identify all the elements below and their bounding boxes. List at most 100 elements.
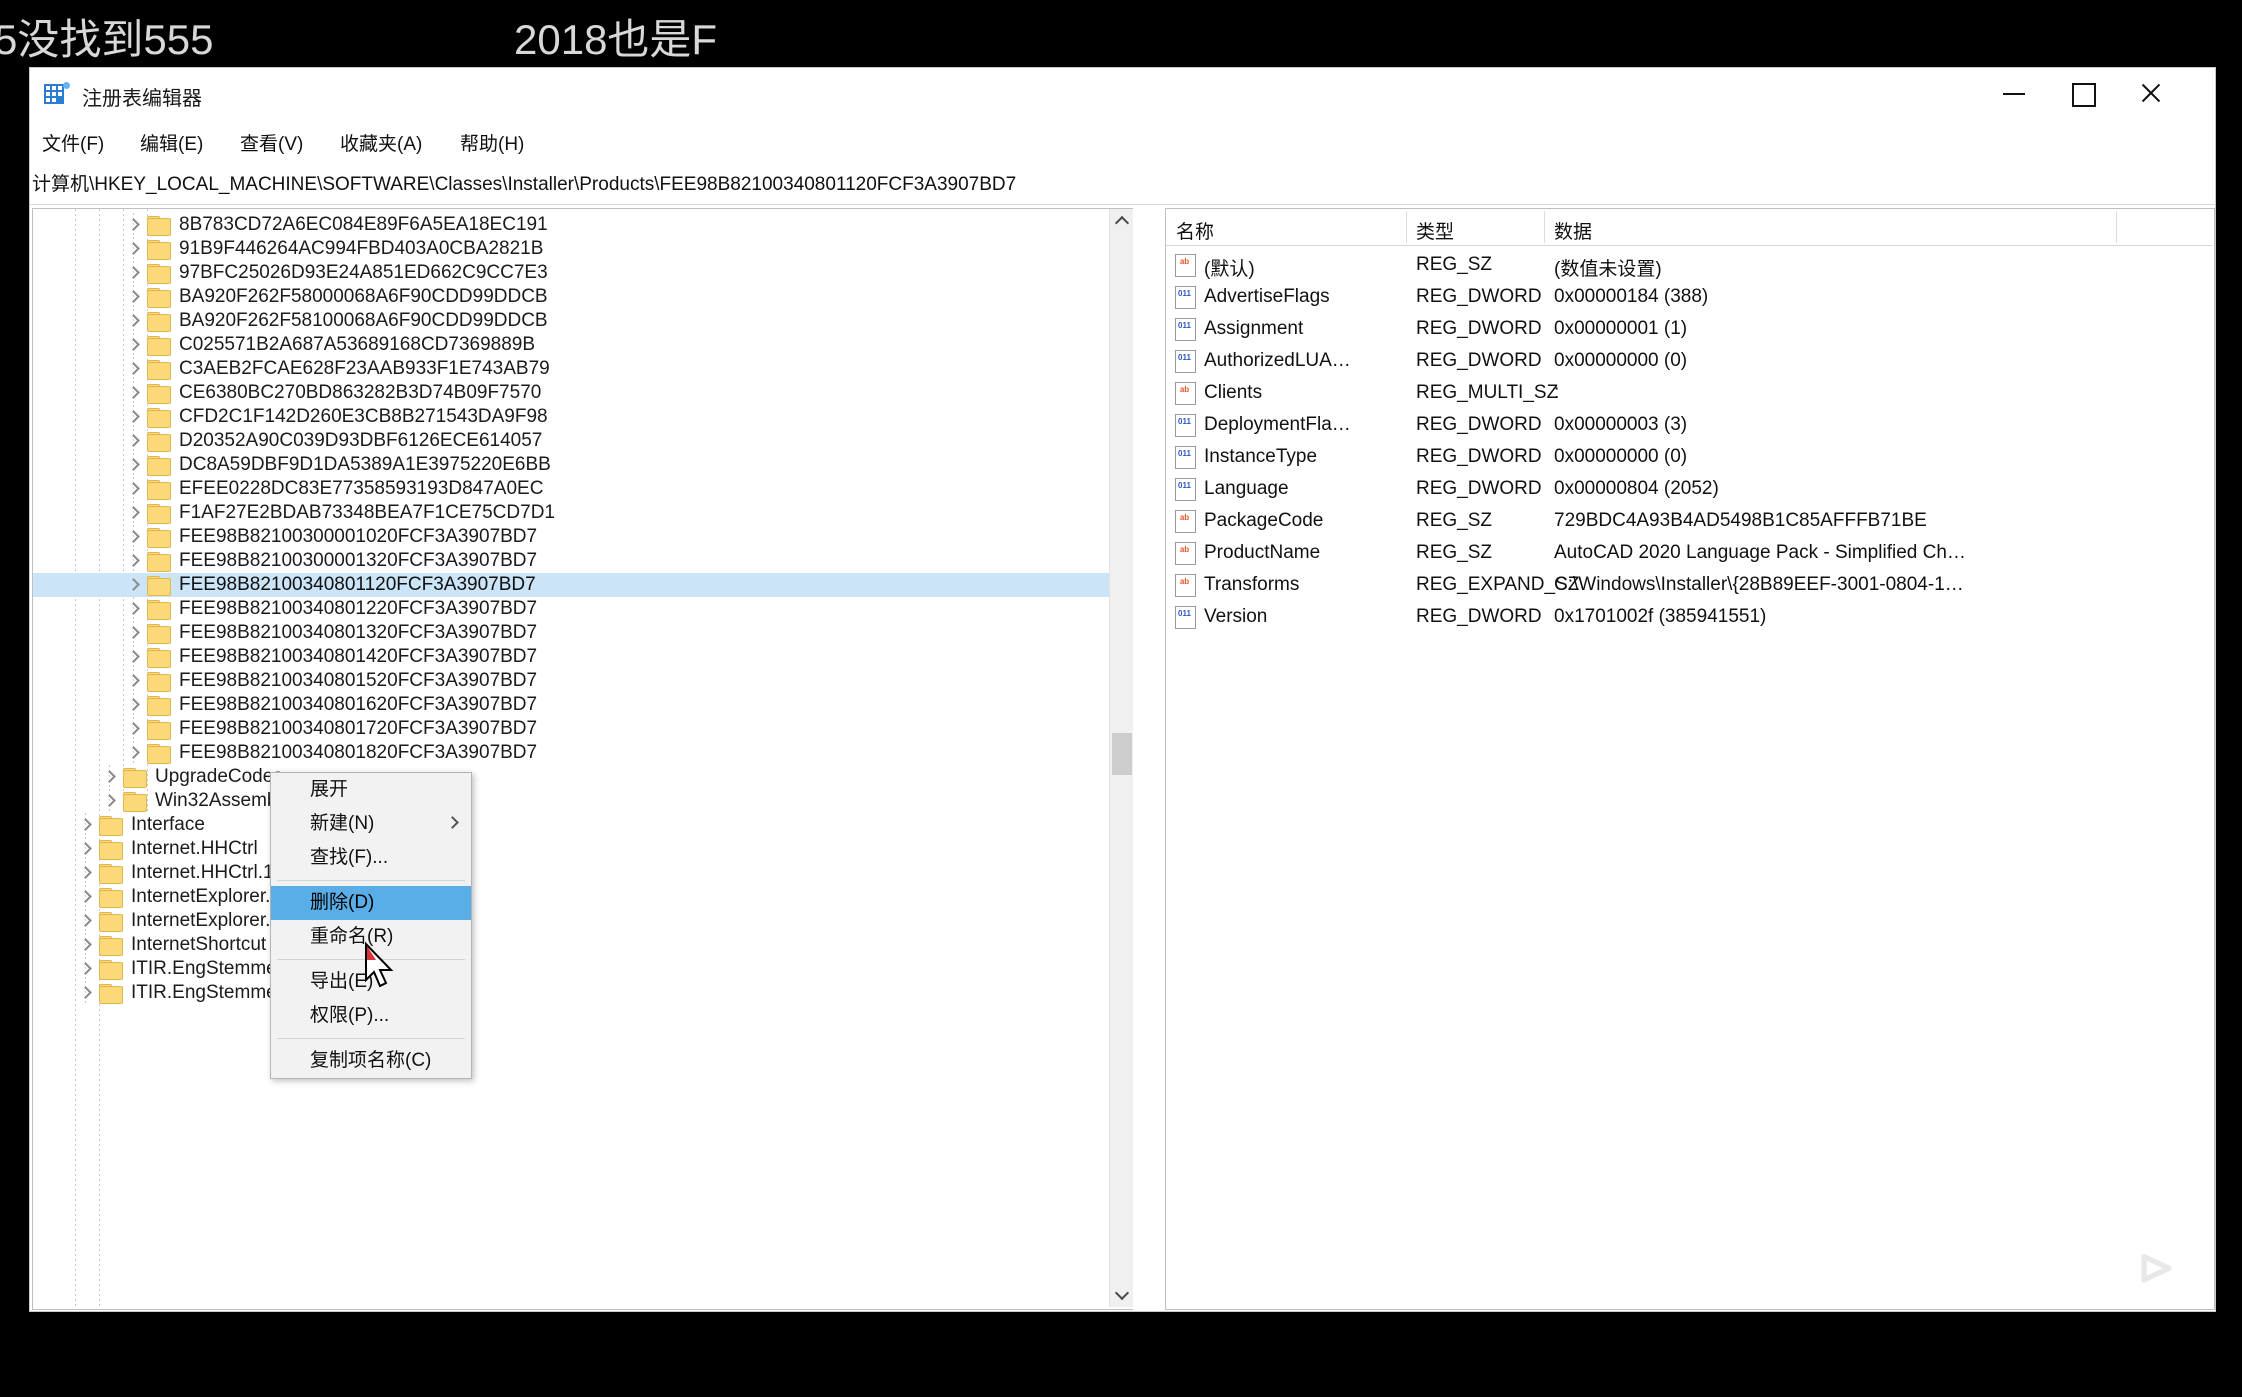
column-header-type[interactable]: 类型 (1416, 217, 1454, 244)
chevron-right-icon[interactable] (77, 957, 95, 981)
tree-item[interactable]: Internet.HHCtrl (33, 837, 1128, 861)
minimize-button[interactable] (1980, 68, 2048, 118)
pane-splitter[interactable] (1132, 208, 1165, 1308)
tree-item[interactable]: FEE98B82100300001320FCF3A3907BD7 (33, 549, 1128, 573)
value-row[interactable]: ab Transforms REG_EXPAND_SZ C:\Windows\Inst… (1166, 569, 2212, 601)
context-menu-item-8[interactable]: 复制项名称(C) (271, 1044, 471, 1078)
menu-3[interactable]: 查看(V) (234, 126, 309, 159)
menu-4[interactable]: 收藏夹(A) (334, 126, 428, 159)
tree-item[interactable]: 97BFC25026D93E24A851ED662C9CC7E3 (33, 261, 1128, 285)
tree-item[interactable]: C025571B2A687A53689168CD7369889B (33, 333, 1128, 357)
tree-item[interactable]: C3AEB2FCAE628F23AAB933F1E743AB79 (33, 357, 1128, 381)
value-row[interactable]: 011 DeploymentFla… REG_DWORD 0x00000003 (3) (1166, 409, 2212, 441)
chevron-right-icon[interactable] (77, 861, 95, 885)
chevron-right-icon[interactable] (125, 333, 143, 357)
chevron-right-icon[interactable] (125, 261, 143, 285)
tree-item[interactable]: Win32Assemblies (33, 789, 1128, 813)
chevron-right-icon[interactable] (125, 477, 143, 501)
chevron-right-icon[interactable] (125, 573, 143, 597)
column-header-name[interactable]: 名称 (1176, 217, 1214, 244)
chevron-right-icon[interactable] (125, 357, 143, 381)
tree-item[interactable]: 8B783CD72A6EC084E89F6A5EA18EC191 (33, 213, 1128, 237)
chevron-right-icon[interactable] (125, 693, 143, 717)
chevron-right-icon[interactable] (125, 453, 143, 477)
tree-item-selected[interactable]: FEE98B82100340801120FCF3A3907BD7 (33, 573, 1128, 597)
tree-item[interactable]: FEE98B82100340801820FCF3A3907BD7 (33, 741, 1128, 765)
tree-item[interactable]: 91B9F446264AC994FBD403A0CBA2821B (33, 237, 1128, 261)
chevron-right-icon[interactable] (125, 405, 143, 429)
tree-item[interactable]: EFEE0228DC83E77358593193D847A0EC (33, 477, 1128, 501)
context-menu[interactable]: 展开 新建(N) 查找(F)... 删除(D) 重命名(R) 导出(E) 权限(P)... 复… (270, 772, 472, 1079)
tree-item[interactable]: InternetShortcut (33, 933, 1128, 957)
tree-item[interactable]: CE6380BC270BD863282B3D74B09F7570 (33, 381, 1128, 405)
chevron-right-icon[interactable] (125, 429, 143, 453)
registry-key-tree[interactable]: 8B783CD72A6EC084E89F6A5EA18EC191 91B9F446… (32, 208, 1133, 1310)
tree-item[interactable]: D20352A90C039D93DBF6126ECE614057 (33, 429, 1128, 453)
context-menu-item-2[interactable]: 新建(N) (271, 807, 471, 841)
chevron-right-icon[interactable] (125, 717, 143, 741)
chevron-right-icon[interactable] (101, 789, 119, 813)
scrollbar-thumb[interactable] (1112, 733, 1132, 775)
tree-item[interactable]: ITIR.EngStemmer (33, 957, 1128, 981)
column-divider[interactable] (2116, 211, 2117, 243)
tree-item[interactable]: BA920F262F58100068A6F90CDD99DDCB (33, 309, 1128, 333)
close-button[interactable] (2116, 68, 2184, 118)
tree-item[interactable]: F1AF27E2BDAB73348BEA7F1CE75CD7D1 (33, 501, 1128, 525)
chevron-right-icon[interactable] (125, 621, 143, 645)
scroll-down-arrow-icon[interactable] (1110, 1283, 1133, 1307)
chevron-right-icon[interactable] (125, 525, 143, 549)
chevron-right-icon[interactable] (125, 213, 143, 237)
value-row[interactable]: ab Clients REG_MULTI_SZ: (1166, 377, 2212, 409)
chevron-right-icon[interactable] (125, 741, 143, 765)
registry-values-list[interactable]: 名称 类型 数据 ab (默认) REG_SZ (数值未设置) 011 Advertise… (1165, 208, 2215, 1310)
chevron-right-icon[interactable] (125, 501, 143, 525)
value-row[interactable]: ab ProductName REG_SZ AutoCAD 2020 Language… (1166, 537, 2212, 569)
tree-vertical-scrollbar[interactable] (1109, 209, 1133, 1307)
value-row[interactable]: 011 AuthorizedLUA… REG_DWORD 0x00000000 (0) (1166, 345, 2212, 377)
address-bar[interactable]: 计算机\HKEY_LOCAL_MACHINE\SOFTWARE\Classes\… (30, 160, 2215, 205)
maximize-button[interactable] (2048, 68, 2116, 118)
column-divider[interactable] (1544, 211, 1545, 243)
context-menu-item-1[interactable]: 展开 (271, 773, 471, 807)
chevron-right-icon[interactable] (77, 981, 95, 1005)
chevron-right-icon[interactable] (125, 669, 143, 693)
tree-item[interactable]: FEE98B82100340801520FCF3A3907BD7 (33, 669, 1128, 693)
column-header-data[interactable]: 数据 (1554, 217, 1592, 244)
menu-1[interactable]: 文件(F) (36, 126, 110, 159)
tree-item[interactable]: InternetExplorer.Application (33, 885, 1128, 909)
value-row[interactable]: 011 Language REG_DWORD 0x00000804 (2052) (1166, 473, 2212, 505)
value-row[interactable]: 011 AdvertiseFlags REG_DWORD 0x00000184 (38… (1166, 281, 2212, 313)
scroll-up-arrow-icon[interactable] (1110, 209, 1133, 233)
chevron-right-icon[interactable] (77, 813, 95, 837)
value-row[interactable]: 011 InstanceType REG_DWORD 0x00000000 (0) (1166, 441, 2212, 473)
tree-item[interactable]: UpgradeCodes (33, 765, 1128, 789)
tree-item[interactable]: DC8A59DBF9D1DA5389A1E3975220E6BB (33, 453, 1128, 477)
chevron-right-icon[interactable] (77, 837, 95, 861)
tree-item[interactable]: InternetExplorer.Application.1 (33, 909, 1128, 933)
chevron-right-icon[interactable] (125, 237, 143, 261)
tree-item[interactable]: FEE98B82100340801220FCF3A3907BD7 (33, 597, 1128, 621)
context-menu-item-3[interactable]: 查找(F)... (271, 841, 471, 875)
tree-item[interactable]: FEE98B82100340801620FCF3A3907BD7 (33, 693, 1128, 717)
menu-5[interactable]: 帮助(H) (454, 126, 530, 159)
menu-2[interactable]: 编辑(E) (134, 126, 209, 159)
tree-item[interactable]: FEE98B82100340801720FCF3A3907BD7 (33, 717, 1128, 741)
tree-item[interactable]: CFD2C1F142D260E3CB8B271543DA9F98 (33, 405, 1128, 429)
chevron-right-icon[interactable] (125, 285, 143, 309)
value-row[interactable]: ab (默认) REG_SZ (数值未设置) (1166, 249, 2212, 281)
chevron-right-icon[interactable] (77, 933, 95, 957)
tree-item[interactable]: Interface (33, 813, 1128, 837)
context-menu-item-7[interactable]: 权限(P)... (271, 999, 471, 1033)
chevron-right-icon[interactable] (125, 381, 143, 405)
value-row[interactable]: 011 Assignment REG_DWORD 0x00000001 (1) (1166, 313, 2212, 345)
chevron-right-icon[interactable] (77, 909, 95, 933)
chevron-right-icon[interactable] (125, 597, 143, 621)
tree-item[interactable]: Internet.HHCtrl.1 (33, 861, 1128, 885)
chevron-right-icon[interactable] (125, 645, 143, 669)
value-row[interactable]: 011 Version REG_DWORD 0x1701002f (385941551… (1166, 601, 2212, 633)
chevron-right-icon[interactable] (125, 549, 143, 573)
chevron-right-icon[interactable] (101, 765, 119, 789)
context-menu-item-4[interactable]: 删除(D) (271, 886, 471, 920)
tree-item[interactable]: FEE98B82100340801320FCF3A3907BD7 (33, 621, 1128, 645)
chevron-right-icon[interactable] (125, 309, 143, 333)
